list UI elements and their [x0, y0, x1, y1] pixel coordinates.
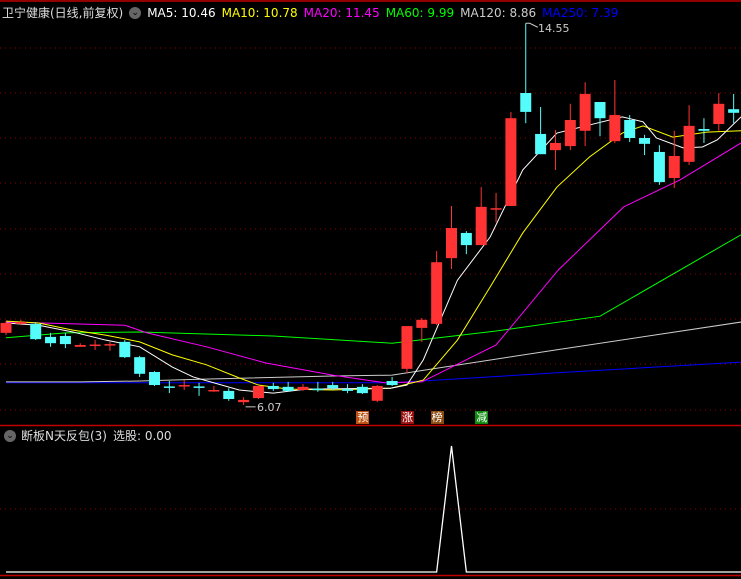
indicator-header: ⌄ 断板N天反包(3) 选股: 0.00 — [4, 427, 172, 444]
low-price-label: 6.07 — [257, 401, 282, 414]
candle-body — [15, 322, 27, 324]
candle-body — [371, 385, 383, 401]
ma-line-ma20 — [5, 142, 741, 384]
indicator-title: 断板N天反包(3) — [21, 429, 107, 443]
candle-body — [594, 102, 606, 119]
marker-bang[interactable]: 榜 — [430, 411, 444, 424]
candle-body — [609, 115, 621, 142]
ma250-label: MA250: 7.39 — [542, 5, 619, 20]
ma-line-ma60 — [5, 234, 741, 344]
candle-body — [30, 323, 42, 340]
stock-title: 卫宁健康(日线,前复权) — [2, 6, 124, 20]
candle-body — [475, 206, 487, 246]
candle-body — [208, 390, 220, 392]
candle-body — [564, 120, 576, 147]
candle-body — [193, 386, 205, 388]
main-chart-header: 卫宁健康(日线,前复权) ⌄ MA5: 10.46 MA10: 10.78 MA… — [2, 4, 624, 21]
ma10-label: MA10: 10.78 — [221, 5, 298, 20]
candle-body — [149, 372, 160, 386]
candle-body — [624, 120, 636, 138]
candle-body — [683, 125, 695, 162]
candle-body — [134, 357, 146, 374]
candle-body — [327, 385, 339, 389]
candle-body — [0, 322, 12, 333]
candle-body — [178, 385, 190, 387]
candle-body — [356, 386, 368, 394]
candle-body — [297, 386, 309, 390]
candle-body — [252, 385, 264, 399]
candle-body — [698, 129, 710, 131]
chart-canvas[interactable] — [0, 0, 741, 579]
candle-body — [267, 385, 279, 390]
candle-body — [312, 388, 324, 391]
candle-body — [579, 93, 591, 131]
candle-body — [59, 336, 71, 345]
candle-body — [163, 386, 175, 388]
candle-body — [282, 386, 294, 391]
ma5-label: MA5: 10.46 — [147, 5, 216, 20]
candle-body — [653, 151, 665, 183]
ma60-label: MA60: 9.99 — [385, 5, 455, 20]
ma-line-ma250 — [6, 361, 741, 384]
candle-body — [639, 138, 651, 144]
candle-body — [45, 336, 57, 344]
marker-yu[interactable]: 预 — [356, 411, 370, 424]
candle-body — [431, 262, 443, 324]
candle-body — [342, 389, 354, 391]
candle-body — [446, 228, 457, 259]
ma-line-ma5 — [5, 116, 741, 394]
stock-chart-window: 卫宁健康(日线,前复权) ⌄ MA5: 10.46 MA10: 10.78 MA… — [0, 0, 741, 579]
candle-body — [549, 142, 561, 151]
candle-body — [505, 118, 517, 206]
candle-body — [74, 345, 86, 347]
indicator-value: 选股: 0.00 — [112, 429, 172, 443]
candle-body — [416, 319, 428, 328]
chevron-down-icon[interactable]: ⌄ — [4, 429, 16, 442]
marker-jian[interactable]: 减 — [475, 411, 489, 424]
candle-body — [401, 326, 413, 369]
high-price-label: 14.55 — [538, 22, 570, 35]
candle-body — [89, 344, 101, 347]
ma20-label: MA20: 11.45 — [303, 5, 380, 20]
candle-body — [119, 341, 131, 358]
candle-body — [104, 344, 116, 346]
candle-body — [460, 232, 472, 246]
candle-body — [223, 390, 235, 399]
chevron-down-icon[interactable]: ⌄ — [129, 6, 142, 19]
marker-zhang[interactable]: 涨 — [400, 411, 414, 424]
candle-body — [713, 103, 725, 125]
candle-body — [728, 109, 740, 113]
candle-body — [386, 381, 398, 386]
candle-body — [668, 156, 680, 179]
candle-body — [490, 208, 502, 210]
candle-body — [520, 93, 532, 112]
ma-line-ma10 — [5, 125, 741, 391]
ma-line-ma120 — [6, 321, 741, 383]
candle-body — [238, 399, 250, 403]
candle-body — [535, 133, 547, 155]
high-pointer — [525, 22, 538, 28]
ma120-label: MA120: 8.86 — [460, 5, 537, 20]
